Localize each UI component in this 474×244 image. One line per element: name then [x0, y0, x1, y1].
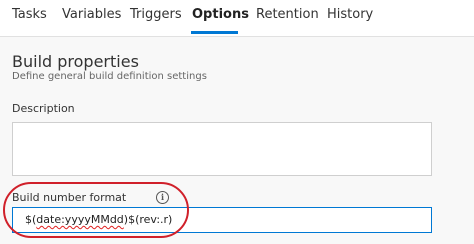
build-number-format-input[interactable]: $(date:yyyyMMdd)$(rev:.r) [12, 207, 432, 233]
build-number-format-label: Build number format [12, 191, 127, 204]
description-textarea[interactable] [12, 122, 432, 176]
tab-options[interactable]: Options [192, 7, 249, 22]
value-part-suffix: )$(rev:.r) [123, 213, 173, 226]
value-part-date: date:yyyyMMdd [36, 213, 124, 226]
section-title: Build properties [12, 52, 139, 71]
description-label: Description [12, 102, 75, 115]
value-part-prefix: $( [25, 213, 37, 226]
tab-history[interactable]: History [327, 7, 373, 22]
tab-triggers[interactable]: Triggers [130, 7, 182, 22]
tab-retention[interactable]: Retention [256, 7, 319, 22]
section-subtitle: Define general build definition settings [12, 71, 207, 82]
tab-bar: Tasks Variables Triggers Options Retenti… [0, 0, 474, 37]
build-number-format-value: $(date:yyyyMMdd)$(rev:.r) [25, 213, 172, 226]
tab-tasks[interactable]: Tasks [12, 7, 47, 22]
active-tab-indicator [191, 31, 238, 34]
tab-variables[interactable]: Variables [62, 7, 121, 22]
info-icon[interactable]: i [156, 191, 169, 204]
